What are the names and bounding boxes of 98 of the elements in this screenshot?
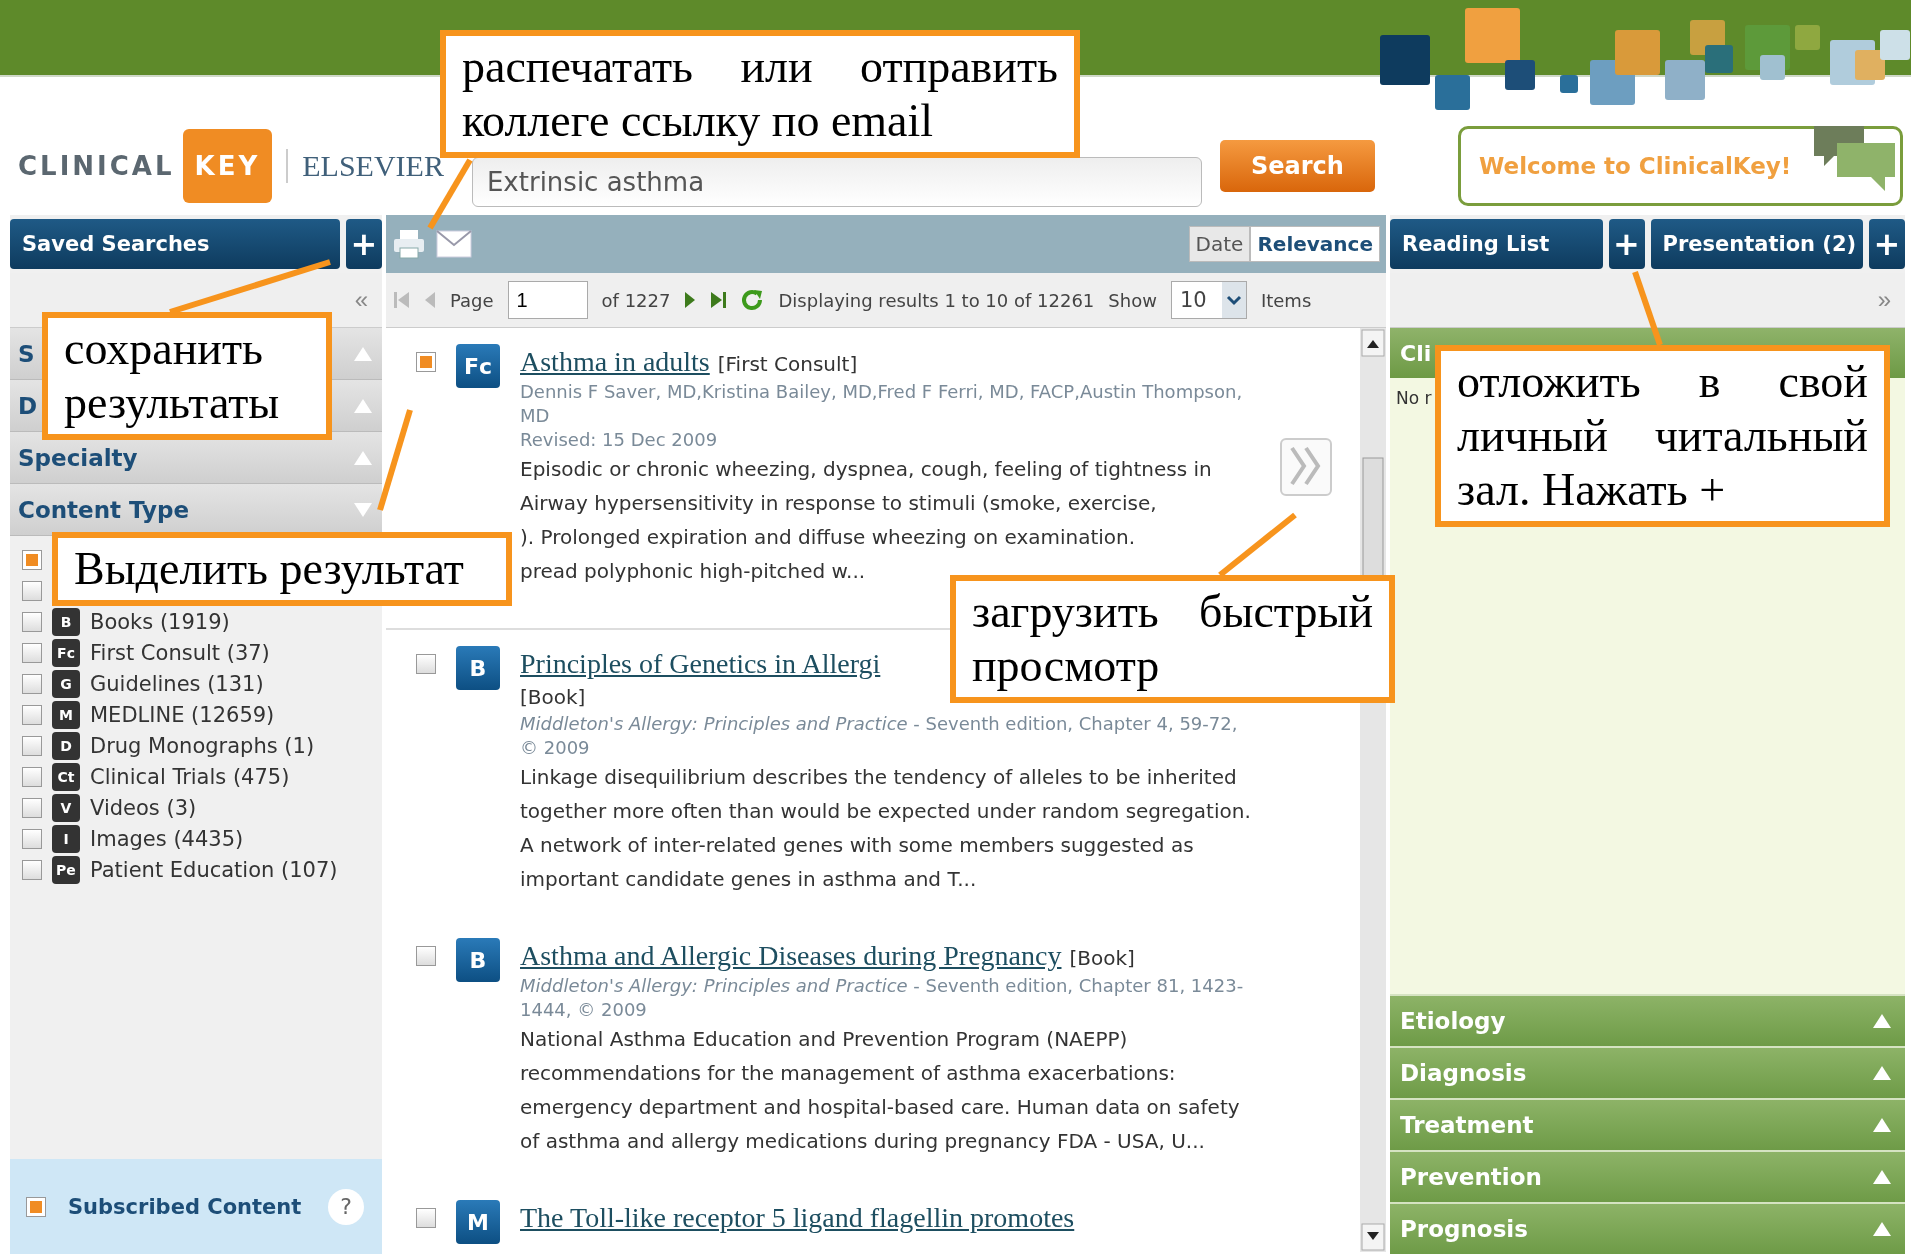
empty-message: No r — [1396, 388, 1432, 408]
page-label: Page — [450, 289, 494, 311]
content-type-icon: D — [52, 731, 80, 760]
callout-tooltip: загрузить быстрый просмотр — [950, 575, 1395, 703]
checkbox[interactable] — [22, 580, 42, 601]
checkbox[interactable] — [22, 673, 42, 694]
items-per-page-select[interactable]: 10 — [1170, 281, 1247, 319]
content-type-icon: Fc — [52, 638, 80, 667]
page-field[interactable]: 1 — [507, 281, 588, 319]
abstract-line: emergency department and hospital-based care. Human data on safety — [520, 1094, 1241, 1121]
show-label: Show — [1108, 289, 1157, 311]
checkbox[interactable] — [416, 352, 436, 372]
result-type-icon: B — [456, 938, 500, 982]
help-button[interactable]: ? — [328, 1188, 364, 1225]
facet-header[interactable]: Content Type — [10, 484, 382, 536]
content-type-label: Patient Education (107) — [90, 857, 338, 882]
quick-view-button[interactable] — [1280, 438, 1332, 496]
content-type-label: Books (1919) — [90, 609, 230, 634]
checkbox[interactable] — [416, 946, 436, 966]
previous-page-icon[interactable] — [424, 291, 436, 309]
result-authors: Dennis F Saver, MD,Kristina Bailey, MD,Fred F Ferri, MD, FACP,Austin Thompson, MD — [520, 380, 1244, 428]
content-type-icon: Pe — [52, 855, 80, 884]
checkbox[interactable] — [22, 797, 42, 818]
result-type-icon: B — [456, 646, 500, 690]
checkbox[interactable] — [22, 828, 42, 849]
sort-tab[interactable]: Date — [1188, 226, 1251, 262]
checkbox[interactable] — [22, 766, 42, 787]
content-type-icon: V — [52, 793, 80, 822]
checkbox[interactable] — [26, 1196, 46, 1217]
logo-text: CLINICAL — [18, 151, 175, 181]
add-button[interactable]: + — [346, 219, 382, 269]
refresh-icon[interactable] — [740, 288, 765, 312]
result-title-link[interactable]: Asthma and Allergic Diseases during Pregnancy — [520, 938, 1062, 974]
subscribed-content-label: Subscribed Content — [68, 1194, 302, 1219]
checkbox[interactable] — [416, 1208, 436, 1228]
abstract-line: recommendations for the management of asthma exacerbations: — [520, 1060, 1177, 1087]
result-title-link[interactable]: Asthma in adults — [520, 344, 710, 380]
content-type-label: Videos (3) — [90, 795, 197, 820]
results-summary: Displaying results 1 to 10 of 12261 — [778, 289, 1095, 311]
result-type-icon: Fc — [456, 344, 500, 388]
checkbox[interactable] — [416, 654, 436, 674]
callout-tooltip: отложить в свой личный читальный зал. Нажать + — [1435, 345, 1890, 527]
sort-tab[interactable]: Relevance — [1250, 226, 1380, 262]
result-source: Middleton's Allergy: Principles and Practice - Seventh edition, Chapter 4, 59-72, © 2009 — [520, 712, 1239, 760]
search-field[interactable]: Extrinsic asthma — [471, 157, 1202, 207]
abstract-line: Airway hypersensitivity in response to stimuli (smoke, exercise, — [520, 490, 1158, 517]
add-button[interactable]: + — [1608, 219, 1645, 269]
abstract-line: Episodic or chronic wheezing, dyspnea, cough, feeling of tightness in — [520, 456, 1213, 483]
first-page-icon[interactable] — [394, 291, 410, 309]
abstract-line: ). Prolonged expiration and diffuse wheezing on examination. — [520, 524, 1137, 551]
checkbox[interactable] — [22, 704, 42, 725]
content-type-label: Images (4435) — [90, 826, 244, 851]
page-count: of 1227 — [601, 289, 671, 311]
checkbox[interactable] — [22, 859, 42, 880]
content-type-label: Clinical Trials (475) — [90, 764, 290, 789]
checkbox[interactable] — [22, 549, 42, 570]
result-type-icon: M — [456, 1200, 500, 1244]
callout-tooltip: Выделить результат — [52, 532, 512, 606]
callout-tooltip: распечатать или отправить коллеге ссылку по email — [440, 30, 1080, 158]
result-title-link[interactable]: The Toll-like receptor 5 ligand flagellin promotes — [520, 1200, 1075, 1236]
content-type-label: First Consult (37) — [90, 640, 270, 665]
abstract-line: important candidate genes in asthma and T... — [520, 866, 978, 893]
mail-icon[interactable] — [436, 230, 472, 258]
content-type-icon: I — [52, 824, 80, 853]
result-source: Middleton's Allergy: Principles and Practice - Seventh edition, Chapter 81, 1423-1444, © 2009 — [520, 974, 1245, 1022]
add-button[interactable]: + — [1869, 219, 1905, 269]
content-type-label: Drug Monographs (1) — [90, 733, 315, 758]
checkbox[interactable] — [22, 642, 42, 663]
print-icon[interactable] — [392, 228, 426, 260]
abstract-line: Linkage disequilibrium describes the tendency of alleles to be inherited — [520, 764, 1238, 791]
next-page-icon[interactable] — [684, 291, 697, 309]
last-page-icon[interactable] — [710, 291, 727, 309]
content-type-icon: G — [52, 669, 80, 698]
welcome-banner: Welcome to ClinicalKey! — [1458, 126, 1903, 206]
result-type: [Book] — [1069, 946, 1135, 970]
result-date: Revised: 15 Dec 2009 — [520, 428, 719, 452]
content-type-icon: Ct — [52, 762, 80, 791]
checkbox[interactable] — [22, 735, 42, 756]
result-title-link[interactable]: Principles of Genetics in Allergi — [520, 646, 881, 682]
callout-tooltip: сохранить результаты — [42, 312, 332, 440]
abstract-line: pread polyphonic high-pitched w... — [520, 558, 867, 585]
abstract-line: National Asthma Education and Prevention Program (NAEPP) — [520, 1026, 1129, 1053]
logo-badge: KEY — [182, 129, 273, 203]
result-type: [Book] — [520, 684, 587, 711]
checkbox[interactable] — [22, 611, 42, 632]
abstract-line: of asthma and allergy medications during pregnancy FDA - USA, U... — [520, 1128, 1206, 1155]
saved-searches-button[interactable]: Saved Searches — [10, 219, 340, 269]
dropdown-icon — [1221, 282, 1246, 318]
content-type-icon: M — [52, 700, 80, 729]
panel-tab[interactable]: Reading List — [1390, 219, 1603, 269]
content-type-icon: B — [52, 607, 80, 636]
panel-tab[interactable]: Presentation (2) — [1650, 219, 1863, 269]
abstract-line: together more often than would be expected under random segregation. — [520, 798, 1252, 825]
content-type-label: Guidelines (131) — [90, 671, 264, 696]
items-label: Items — [1260, 289, 1312, 311]
abstract-line: A network of inter-related genes with some members suggested as — [520, 832, 1195, 859]
content-type-label: MEDLINE (12659) — [90, 702, 275, 727]
result-type: [First Consult] — [717, 352, 858, 376]
